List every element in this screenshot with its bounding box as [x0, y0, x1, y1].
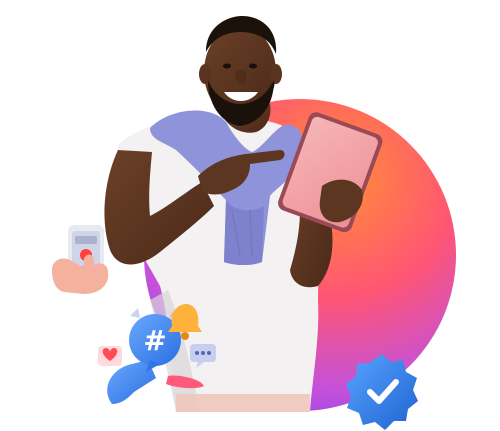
phone-with-hand-icon	[52, 225, 109, 294]
svg-text:#: #	[143, 324, 166, 357]
hero-illustration: #	[0, 0, 500, 431]
hero-scene: #	[52, 16, 456, 430]
heart-reaction-icon	[98, 346, 122, 366]
